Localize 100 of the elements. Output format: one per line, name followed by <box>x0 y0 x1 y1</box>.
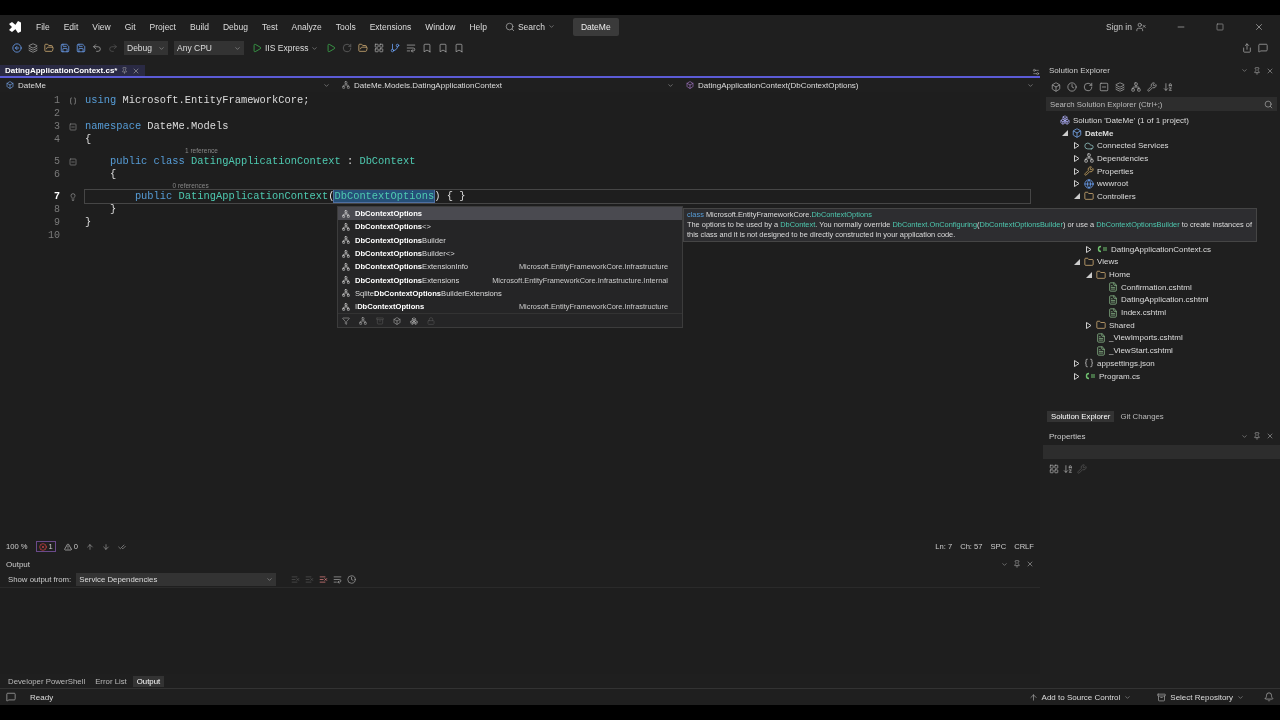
up-arrow-icon <box>86 542 94 551</box>
new-item-icon[interactable] <box>28 43 38 53</box>
run-button[interactable]: IIS Express <box>250 43 321 53</box>
type-dropdown[interactable]: DateMe.Models.DatingApplicationContext <box>336 78 680 92</box>
menu-item[interactable]: Git <box>124 21 136 32</box>
expanded-arrow-icon[interactable] <box>1074 193 1080 200</box>
close-icon <box>1266 66 1274 75</box>
tree-item[interactable]: appsettings.json <box>1043 357 1280 370</box>
clear-icon <box>291 574 301 584</box>
tree-item[interactable]: _ViewStart.cshtml <box>1043 344 1280 357</box>
sign-in-button[interactable]: Sign in <box>1098 21 1154 32</box>
tree-item[interactable]: Index.cshtml <box>1043 306 1280 319</box>
project-icon <box>6 81 14 89</box>
struct-filter-icon <box>376 316 384 325</box>
platform-dropdown[interactable]: Any CPU <box>174 41 244 55</box>
tree-item[interactable]: _ViewImports.cshtml <box>1043 331 1280 345</box>
account-icon <box>1136 21 1146 32</box>
menu-item[interactable]: Analyze <box>291 21 322 32</box>
cloud-icon <box>1084 140 1094 151</box>
tree-item[interactable]: Solution 'DateMe' (1 of 1 project) <box>1043 114 1280 127</box>
search-button[interactable]: Search <box>500 21 559 32</box>
search-icon <box>504 21 515 32</box>
line-number: 5 <box>53 155 60 168</box>
repository-button[interactable]: Select Repository <box>1151 691 1250 703</box>
member-dropdown[interactable]: DatingApplicationContext(DbContextOptions) <box>680 78 1040 92</box>
line-number: 2 <box>53 107 60 120</box>
configuration-dropdown[interactable]: Debug <box>124 41 168 55</box>
wrench-icon[interactable] <box>1147 82 1157 92</box>
show-all-icon[interactable] <box>1115 82 1125 92</box>
share-icon[interactable] <box>1242 43 1252 53</box>
tree-item[interactable]: Properties <box>1043 164 1280 178</box>
tree-item[interactable]: Controllers <box>1043 190 1280 203</box>
caret-icon <box>1241 432 1248 440</box>
tree-item[interactable]: DatingApplicationContext.cs <box>1043 242 1280 256</box>
menu-item[interactable]: Debug <box>222 21 248 32</box>
menu-item[interactable]: Extensions <box>369 21 412 32</box>
collapsed-arrow-icon[interactable] <box>1086 321 1092 329</box>
class-icon <box>342 289 350 298</box>
play-icon <box>252 43 262 53</box>
menu-item[interactable]: File <box>36 21 50 32</box>
menu-item[interactable]: Edit <box>63 21 79 32</box>
code-line: public DatingApplicationContext(DbContextOptions) { } <box>133 190 466 203</box>
menu-item[interactable]: Window <box>425 21 456 32</box>
caret-icon <box>266 575 274 583</box>
enum-filter-icon <box>410 316 418 325</box>
pin-icon <box>1253 66 1261 75</box>
save-icon[interactable] <box>60 43 70 53</box>
tree-item[interactable]: Views <box>1043 255 1280 269</box>
menu-item[interactable]: View <box>92 21 111 32</box>
folder-icon[interactable] <box>358 43 369 53</box>
switch-view-icon[interactable] <box>1051 82 1061 92</box>
project-dropdown[interactable]: DateMe <box>0 78 336 92</box>
tree-item[interactable]: Home <box>1043 268 1280 281</box>
tree-item[interactable]: DateMe <box>1043 126 1280 140</box>
bell-icon <box>1264 692 1274 702</box>
tree-item[interactable]: Connected Services <box>1043 139 1280 153</box>
menu-item[interactable]: Test <box>261 21 278 32</box>
error-icon <box>38 542 47 551</box>
document-tab[interactable]: DatingApplicationContext.cs* <box>0 65 146 76</box>
undo-icon[interactable] <box>92 43 102 53</box>
tree-item[interactable]: Program.cs <box>1043 369 1280 383</box>
wrap-icon[interactable] <box>406 43 417 53</box>
menu-item[interactable]: Help <box>469 21 487 32</box>
code-line: { <box>85 133 92 146</box>
bookmark-icon[interactable] <box>454 43 465 53</box>
open-folder-icon[interactable] <box>44 43 54 53</box>
collapsed-arrow-icon[interactable] <box>1086 245 1092 253</box>
menu-item[interactable]: Tools <box>335 21 356 32</box>
tree-item[interactable]: Shared <box>1043 318 1280 332</box>
code-line: using Microsoft.EntityFrameworkCore; <box>85 94 310 107</box>
tree-item[interactable]: wwwroot <box>1043 177 1280 191</box>
close-icon <box>1254 21 1264 32</box>
tree-item[interactable]: Confirmation.cshtml <box>1043 280 1280 294</box>
save-all-icon[interactable] <box>76 43 86 53</box>
branch-icon[interactable] <box>390 43 401 53</box>
sort-icon[interactable] <box>1063 464 1073 474</box>
caret-icon <box>1027 81 1034 89</box>
layout-icon[interactable] <box>374 43 385 53</box>
sync-icon[interactable] <box>1083 82 1093 92</box>
menu-item[interactable]: Project <box>149 21 176 32</box>
menu-item[interactable]: Build <box>190 21 209 32</box>
line-number: 1 <box>53 94 60 107</box>
categorized-icon[interactable] <box>1049 464 1059 474</box>
caret-icon <box>667 81 674 89</box>
source-control-button[interactable]: Add to Source Control <box>1022 691 1138 703</box>
back-icon[interactable] <box>12 43 22 53</box>
tree-item[interactable]: DatingApplication.cshtml <box>1043 293 1280 307</box>
globe-icon <box>1084 178 1094 189</box>
word-wrap-icon <box>333 574 343 584</box>
feedback-icon[interactable] <box>1258 43 1268 53</box>
repository-icon <box>1157 692 1167 702</box>
expanded-arrow-icon[interactable] <box>1062 130 1068 137</box>
collapse-all-icon[interactable] <box>1099 82 1109 92</box>
history-icon[interactable] <box>1067 82 1077 92</box>
play-outline-icon[interactable] <box>326 43 337 53</box>
caret-icon <box>1241 67 1248 74</box>
bookmark-icon[interactable] <box>438 43 449 53</box>
tree-item[interactable]: Dependencies <box>1043 152 1280 165</box>
bookmark-icon[interactable] <box>422 43 433 53</box>
dependencies-icon <box>1084 153 1094 164</box>
